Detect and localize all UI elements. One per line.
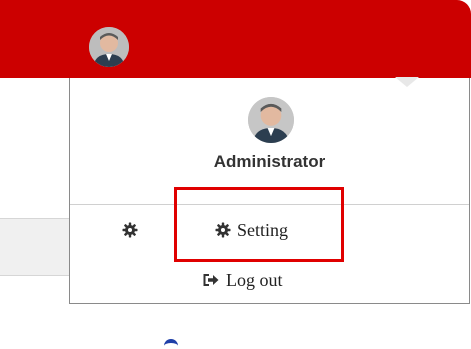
user-name: Administrator: [213, 152, 326, 171]
top-navbar: [0, 0, 471, 78]
user-dropdown-menu: Administrator Setting Log out: [69, 77, 470, 304]
setting-menu-item[interactable]: Setting: [215, 218, 288, 242]
user-avatar-large: [248, 97, 294, 143]
left-gray-band: [0, 218, 70, 276]
sign-out-icon: [202, 272, 220, 288]
setting-label: Setting: [237, 219, 289, 240]
logout-menu-item[interactable]: Log out: [202, 268, 283, 292]
gear-icon: [122, 222, 138, 238]
user-avatar-toggle[interactable]: [89, 27, 129, 67]
gear-icon: [215, 222, 231, 238]
page-background-left: [0, 78, 70, 310]
user-avatar-icon: [89, 27, 129, 67]
dropdown-caret: [395, 77, 419, 87]
logout-label: Log out: [226, 269, 283, 290]
user-avatar-icon: [248, 97, 294, 143]
menu-divider: [70, 204, 469, 205]
partial-page-glyph: [164, 339, 178, 349]
